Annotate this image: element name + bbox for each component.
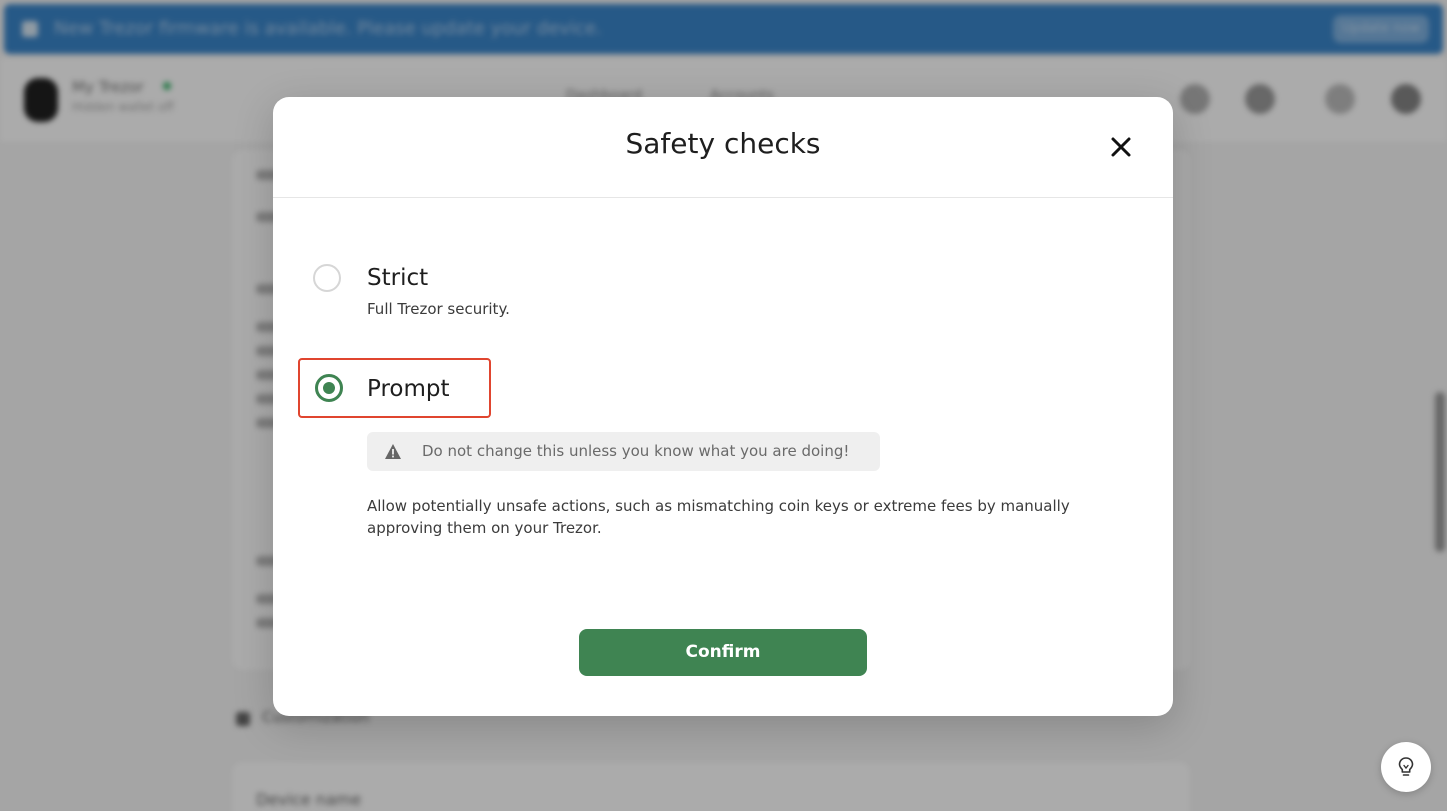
prompt-option-description: Allow potentially unsafe actions, such a… <box>367 497 1070 537</box>
warning-banner: Do not change this unless you know what … <box>367 432 880 471</box>
prompt-option-title[interactable]: Prompt <box>367 376 450 402</box>
modal-title: Safety checks <box>625 127 821 160</box>
close-button[interactable] <box>1107 133 1135 161</box>
strict-option-title[interactable]: Strict <box>367 265 428 291</box>
confirm-button[interactable]: Confirm <box>579 629 867 676</box>
warning-icon <box>385 444 401 459</box>
strict-radio[interactable] <box>313 264 341 292</box>
lightbulb-icon <box>1398 757 1414 776</box>
close-icon <box>1111 137 1131 157</box>
app-window: New Trezor firmware is available. Please… <box>0 0 1447 811</box>
modal-header: Safety checks <box>273 97 1173 198</box>
prompt-radio[interactable] <box>315 374 343 402</box>
tips-button[interactable] <box>1381 742 1431 792</box>
safety-checks-modal: Safety checks Strict Full Trezor securit… <box>273 97 1173 716</box>
strict-option-description: Full Trezor security. <box>367 300 510 318</box>
warning-text: Do not change this unless you know what … <box>422 442 850 460</box>
